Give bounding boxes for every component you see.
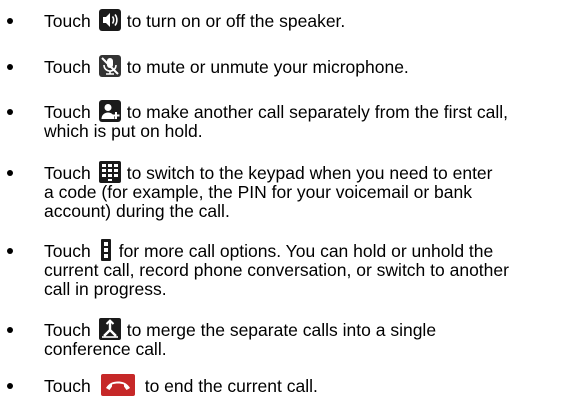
bullet-dot [7, 109, 13, 115]
add-call-description-line2: which is put on hold. [44, 121, 203, 141]
touch-word: Touch [44, 163, 91, 183]
more-options-description-line1: for more call options. You can hold or u… [118, 241, 494, 261]
touch-word: Touch [44, 102, 91, 122]
bullet-dot [7, 170, 13, 176]
bullet-dot [7, 383, 13, 389]
keypad-description-line1: to switch to the keypad when you need to… [126, 163, 493, 183]
more-options-description-line2: current call, record phone conversation,… [44, 260, 509, 280]
merge-description-line2: conference call. [44, 339, 167, 359]
bullet-dot [7, 18, 13, 24]
merge-description-line1: to merge the separate calls into a singl… [126, 320, 437, 340]
bullet-dot [7, 248, 13, 254]
end-call-icon [100, 374, 135, 396]
bullet-dot [7, 327, 13, 333]
touch-word: Touch [44, 241, 91, 261]
end-call-description: to end the current call. [144, 376, 318, 396]
speaker-description: to turn on or off the speaker. [126, 11, 346, 31]
touch-word: Touch [44, 320, 91, 340]
merge-calls-icon [98, 318, 121, 340]
mute-description: to mute or unmute your microphone. [126, 57, 409, 77]
more-options-icon [100, 239, 111, 261]
more-options-description-line3: call in progress. [44, 279, 167, 299]
keypad-description-line3: account) during the call. [44, 201, 230, 221]
add-call-description-line1: to make another call separately from the… [126, 102, 508, 122]
keypad-icon [98, 161, 121, 183]
touch-word: Touch [44, 11, 91, 31]
mute-microphone-icon [98, 55, 121, 77]
touch-word: Touch [44, 376, 91, 396]
add-call-icon [98, 100, 121, 122]
bullet-dot [7, 64, 13, 70]
touch-word: Touch [44, 57, 91, 77]
keypad-description-line2: a code (for example, the PIN for your vo… [44, 182, 472, 202]
speaker-icon [98, 9, 121, 31]
